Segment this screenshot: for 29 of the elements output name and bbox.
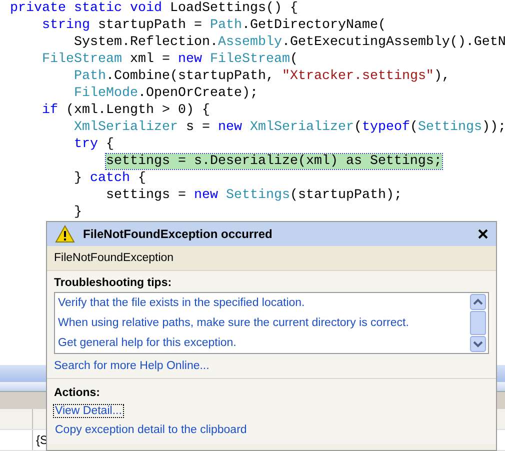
- code-line: FileMode.OpenOrCreate);: [74, 86, 258, 101]
- scroll-down-icon[interactable]: [470, 336, 486, 352]
- code-line: if (xml.Length > 0) {: [42, 103, 210, 118]
- scroll-up-icon[interactable]: [470, 294, 486, 310]
- code-line: private static void LoadSettings() {: [10, 1, 298, 16]
- code-line: string startupPath = Path.GetDirectoryName(: [42, 18, 386, 33]
- scroll-thumb[interactable]: [470, 311, 486, 335]
- exception-type: FileNotFoundException: [47, 246, 496, 271]
- tip-link[interactable]: Verify that the file exists in the specified location.: [58, 293, 468, 313]
- section-heading: Troubleshooting tips:: [54, 277, 173, 289]
- code-line: }: [74, 205, 82, 220]
- scrollbar[interactable]: [468, 293, 488, 353]
- code-line: settings = new Settings(startupPath);: [106, 188, 402, 203]
- code-line: System.Reflection.Assembly.GetExecutingAssembly().GetN: [74, 35, 505, 50]
- action-link[interactable]: View Detail...: [54, 405, 123, 417]
- section-heading: Actions:: [54, 387, 101, 399]
- tip-link[interactable]: Get general help for this exception.: [58, 333, 468, 353]
- search-help-link[interactable]: Search for more Help Online...: [54, 360, 489, 372]
- tip-link[interactable]: When using relative paths, make sure the current directory is correct.: [58, 313, 468, 333]
- code-line: Path.Combine(startupPath, "Xtracker.settings"),: [74, 69, 450, 84]
- action-link[interactable]: Copy exception detail to the clipboard: [54, 424, 248, 436]
- popup-title: FileNotFoundException occurred: [83, 227, 272, 241]
- code-line: try {: [74, 137, 114, 152]
- current-statement-highlight: settings = s.Deserialize(xml) as Settings;: [106, 154, 442, 169]
- warning-icon: [55, 225, 75, 243]
- code-line: } catch {: [74, 171, 146, 186]
- close-icon[interactable]: [478, 229, 488, 239]
- code-line: XmlSerializer s = new XmlSerializer(typeof(Settings));: [74, 120, 505, 135]
- code-line: FileStream xml = new FileStream(: [42, 52, 298, 67]
